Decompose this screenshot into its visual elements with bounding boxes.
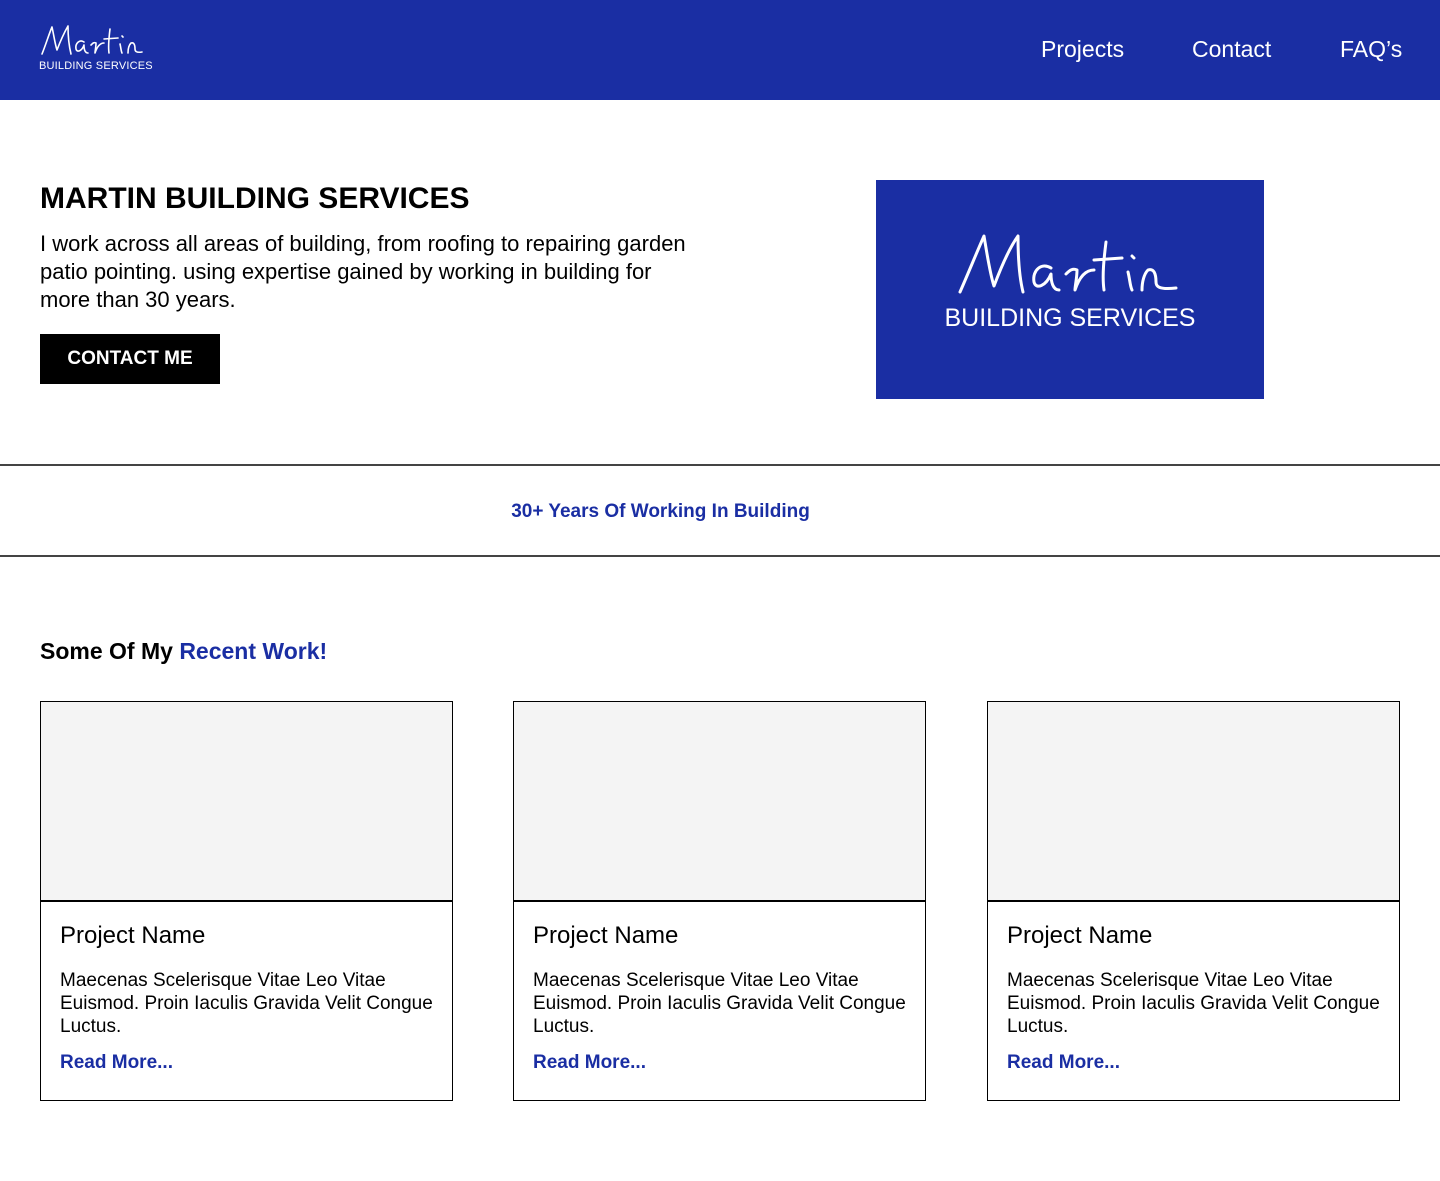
read-more-link[interactable]: Read More... [1007, 1052, 1120, 1074]
hero-logo-image: BUILDING SERVICES [876, 180, 1264, 399]
experience-text: 30+ Years Of Working In Building [511, 501, 810, 522]
martin-logo-script [41, 25, 143, 55]
project-card[interactable]: Project Name Maecenas Scelerisque Vitae … [987, 701, 1400, 1101]
martin-logo-script-large [958, 234, 1178, 294]
project-image-placeholder [41, 702, 452, 902]
recent-work-title-accent: Recent Work! [179, 638, 328, 664]
read-more-link[interactable]: Read More... [60, 1052, 173, 1074]
nav-faqs-link[interactable]: FAQ’s [1340, 36, 1402, 63]
header-logo[interactable]: BUILDING SERVICES [38, 22, 158, 78]
recent-work-title: Some Of My Recent Work! [40, 638, 327, 665]
project-image-placeholder [514, 702, 925, 902]
hero-logo-subtitle: BUILDING SERVICES [944, 304, 1196, 332]
project-card[interactable]: Project Name Maecenas Scelerisque Vitae … [513, 701, 926, 1101]
experience-band: 30+ Years Of Working In Building [0, 464, 1440, 557]
hero-description: I work across all areas of building, fro… [40, 231, 686, 312]
project-name: Project Name [533, 922, 679, 949]
nav-projects-link[interactable]: Projects [1041, 36, 1124, 63]
read-more-link[interactable]: Read More... [533, 1052, 646, 1074]
project-name: Project Name [60, 922, 206, 949]
project-name: Project Name [1007, 922, 1153, 949]
project-card[interactable]: Project Name Maecenas Scelerisque Vitae … [40, 701, 453, 1101]
project-description: Maecenas Scelerisque Vitae Leo Vitae Eui… [533, 970, 906, 1037]
nav-contact-link[interactable]: Contact [1192, 36, 1271, 63]
project-description: Maecenas Scelerisque Vitae Leo Vitae Eui… [60, 970, 433, 1037]
recent-work-title-prefix: Some Of My [40, 638, 180, 664]
logo-subtitle: BUILDING SERVICES [39, 60, 153, 72]
site-header: BUILDING SERVICES Projects Contact FAQ’s [0, 0, 1440, 100]
hero-title: MARTIN BUILDING SERVICES [40, 182, 470, 215]
project-description: Maecenas Scelerisque Vitae Leo Vitae Eui… [1007, 970, 1380, 1037]
project-image-placeholder [988, 702, 1399, 902]
contact-me-button[interactable]: CONTACT ME [40, 334, 220, 384]
